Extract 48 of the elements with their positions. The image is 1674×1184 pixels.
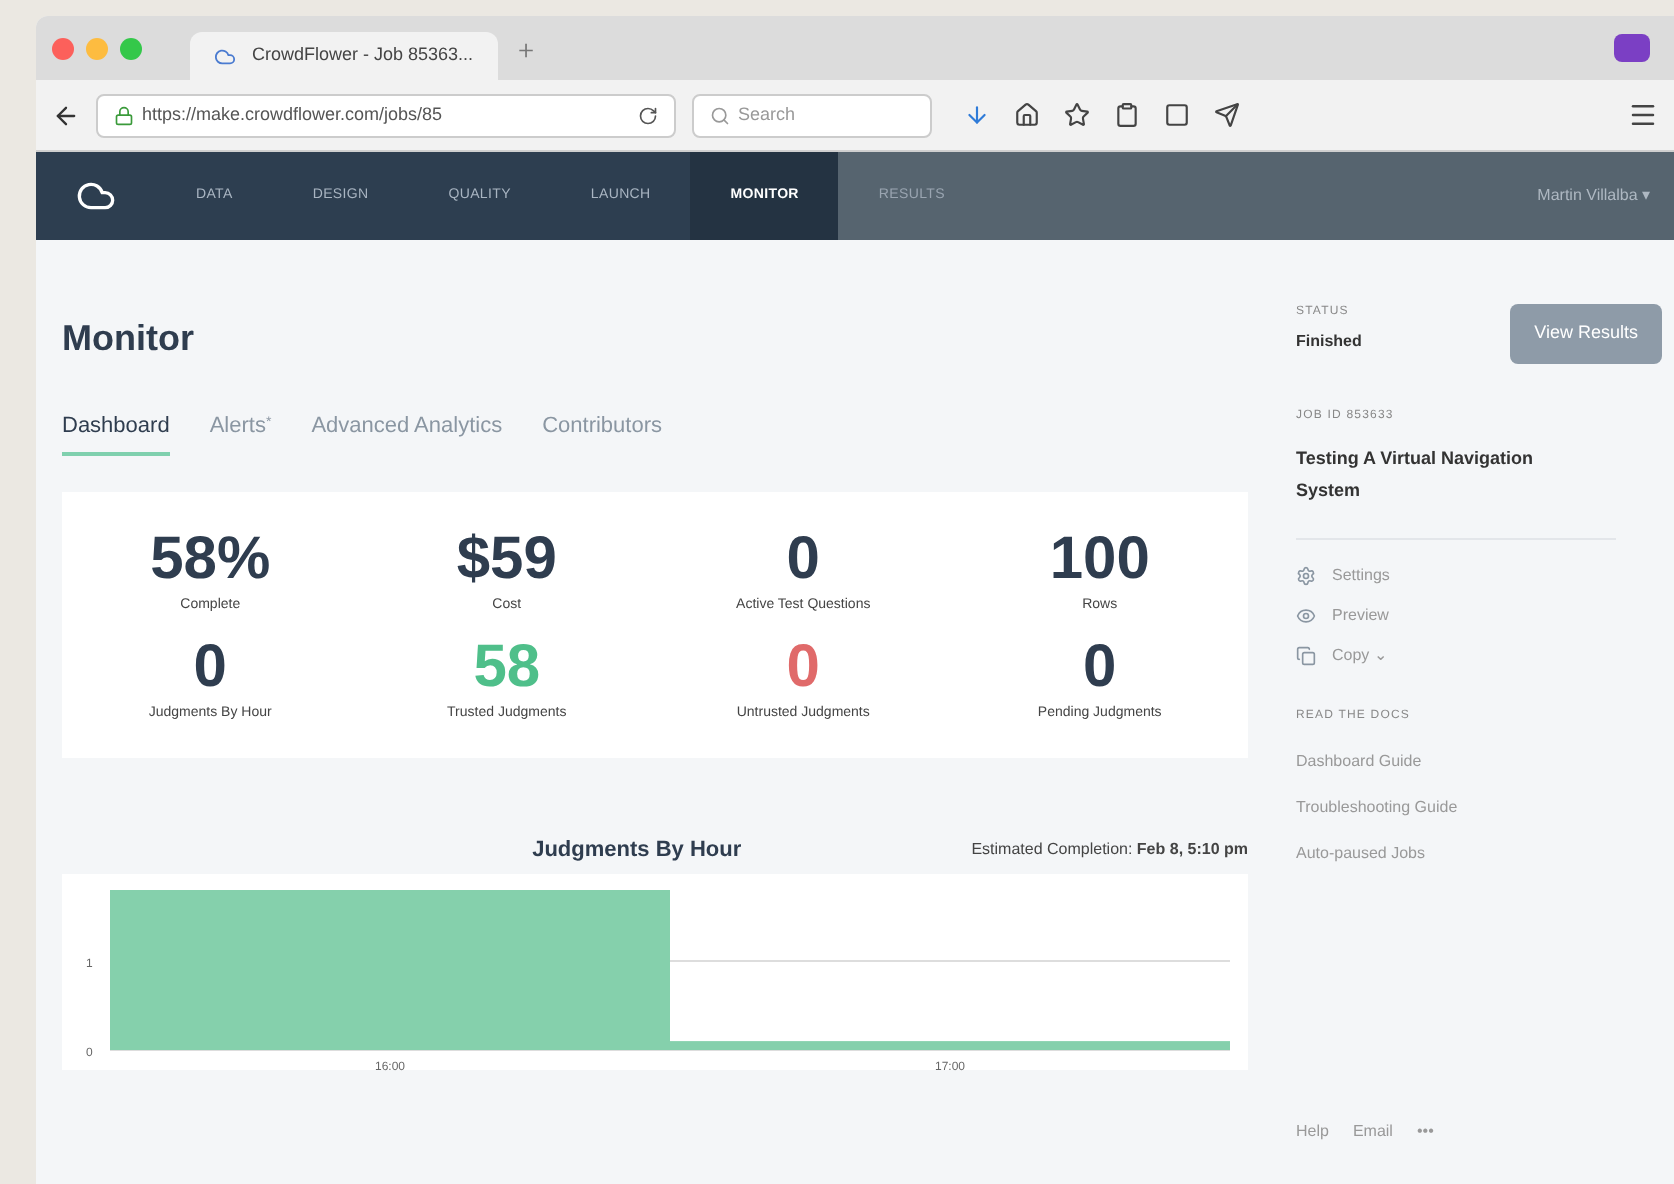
stat-value: 100 [1049, 523, 1150, 595]
search-field[interactable]: Search [692, 93, 932, 137]
home-icon[interactable] [1014, 102, 1040, 128]
stat-value: 0 [786, 632, 820, 704]
menu-icon[interactable] [1628, 100, 1658, 130]
square-icon[interactable] [1164, 102, 1190, 128]
stat-value: 58 [473, 632, 541, 704]
browser-tab[interactable]: CrowdFlower - Job 85363... [190, 32, 498, 80]
sidebar-action[interactable]: Copy ⌄ [1296, 644, 1662, 668]
page-tab[interactable]: Alerts$^{*}$ [209, 410, 272, 455]
estimated-completion: Estimated Completion: Feb 8, 5:10 pm [971, 837, 1248, 862]
status-value: Finished [1296, 330, 1364, 354]
sidebar-action[interactable]: Settings [1296, 564, 1662, 588]
page-title: Monitor [62, 316, 196, 362]
page-tab[interactable]: Dashboard [62, 410, 170, 455]
extension-icon[interactable] [1614, 34, 1650, 62]
copy-icon [1296, 646, 1316, 666]
chart-title: Judgments By Hour [530, 835, 744, 865]
send-icon[interactable] [1214, 102, 1240, 128]
job-name: Testing A Virtual Navigation System [1296, 446, 1536, 504]
docs-link[interactable]: Dashboard Guide [1296, 750, 1662, 774]
back-icon[interactable] [52, 101, 80, 129]
docs-link[interactable]: Troubleshooting Guide [1296, 796, 1662, 820]
star-icon[interactable] [1064, 102, 1090, 128]
preview-icon [1296, 606, 1316, 626]
lock-icon [114, 105, 134, 125]
new-tab-icon[interactable]: ＋ [513, 35, 540, 61]
user-menu[interactable]: Martin Villalba ▾ [1537, 184, 1650, 208]
clipboard-icon[interactable] [1114, 102, 1140, 128]
stat-value: 0 [1083, 632, 1117, 704]
stat-value: $59 [456, 523, 557, 595]
reload-icon[interactable] [638, 105, 658, 125]
sidebar-action[interactable]: Preview [1296, 604, 1662, 628]
footer-link[interactable]: Help [1296, 1120, 1329, 1144]
stat-value: 0 [786, 523, 820, 595]
settings-icon [1296, 566, 1316, 586]
url-field[interactable]: https://make.crowdflower.com/jobs/85 [96, 93, 676, 137]
search-icon [710, 105, 730, 125]
cloud-icon [214, 45, 236, 67]
stat-value: 0 [193, 632, 227, 704]
view-results-button[interactable]: View Results [1510, 304, 1662, 364]
page-tab[interactable]: Advanced Analytics [311, 410, 503, 455]
stat-value: 58% [150, 523, 271, 595]
footer-link[interactable]: ••• [1416, 1120, 1434, 1144]
download-icon[interactable] [964, 102, 990, 128]
page-tab[interactable]: Contributors [542, 410, 662, 455]
docs-link[interactable]: Auto-paused Jobs [1296, 842, 1662, 866]
footer-link[interactable]: Email [1352, 1120, 1393, 1144]
